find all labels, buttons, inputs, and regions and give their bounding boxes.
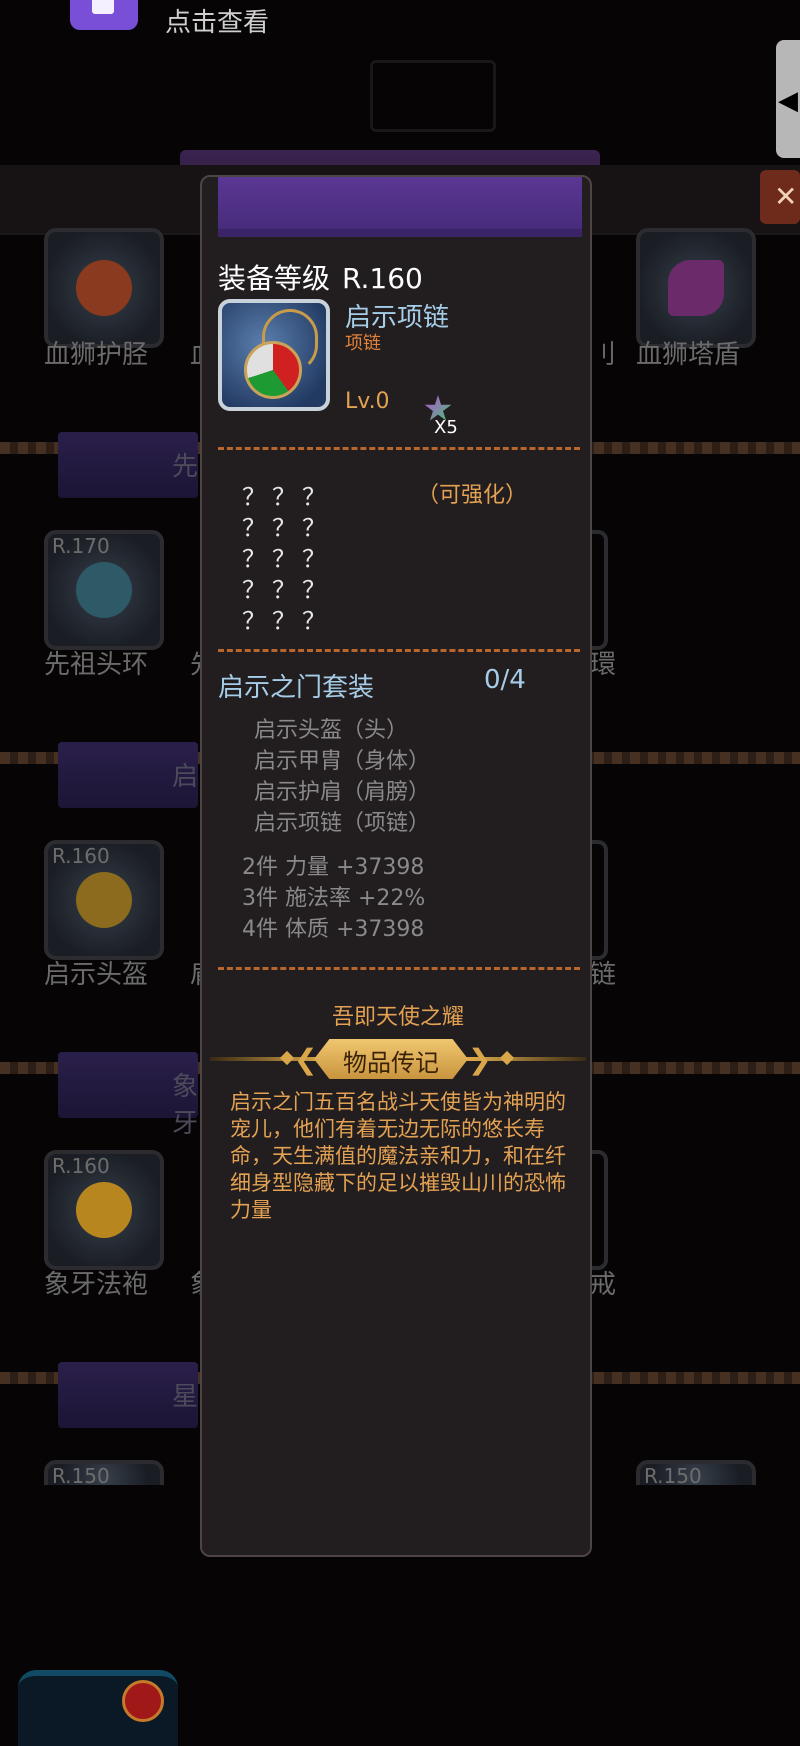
set-name: 启示之门套装 <box>218 673 375 703</box>
set-bonus: 3件 施法率 +22% <box>242 886 426 911</box>
popup-header-banner <box>218 177 582 237</box>
item-label: 血狮塔盾 <box>636 340 741 370</box>
item-slot[interactable] <box>636 228 756 348</box>
hidden-stat: ？？？ <box>242 576 332 604</box>
lore-text: 启示之门五百名战斗天使皆为神明的宠儿，他们有着无边无际的悠长寿命，天生满值的魔法… <box>230 1090 566 1222</box>
item-label-partial: 環 <box>590 650 617 680</box>
circlet-icon <box>76 562 132 618</box>
rank-badge: R.170 <box>52 534 110 558</box>
dashed-divider <box>218 649 580 652</box>
item-slot[interactable] <box>44 228 164 348</box>
item-level: Lv.0 <box>345 389 390 414</box>
lore-tab: 物品传记 <box>314 1039 468 1079</box>
set-bonuses-list: 2件 力量 +37398 3件 施法率 +22% 4件 体质 +37398 <box>242 849 425 942</box>
item-label: 血狮护胫 <box>44 340 149 370</box>
top-title-frame <box>370 60 496 132</box>
section-tab-label: 先 <box>172 452 199 482</box>
item-slot[interactable]: R.160 <box>44 1150 164 1270</box>
item-label-partial: 链 <box>590 960 617 990</box>
section-tab-label: 象牙 <box>172 1072 199 1139</box>
section-tab[interactable]: 星 <box>58 1362 198 1428</box>
equipment-level-value: R.160 <box>342 262 423 295</box>
set-count: 0/4 <box>484 665 526 695</box>
notification-bar[interactable]: 点击查看 <box>0 0 800 40</box>
tower-shield-icon <box>668 260 724 316</box>
set-piece: 启示头盔（头） <box>254 718 409 743</box>
greaves-icon <box>76 260 132 316</box>
set-piece: 启示项链（项链） <box>254 811 431 836</box>
item-label-partial: 戒 <box>590 1270 617 1300</box>
hidden-stats-list: ？？？ ？？？ ？？？ ？？？ ？？？ <box>242 477 332 635</box>
rank-badge: R.160 <box>52 1154 110 1178</box>
set-pieces-list: 启示头盔（头） 启示甲胄（身体） 启示护肩（肩膀） 启示项链（项链） <box>254 712 430 836</box>
item-slot[interactable]: R.160 <box>44 840 164 960</box>
chevron-left-ornament-icon: ❮ <box>294 1043 318 1076</box>
diamond-ornament-icon <box>279 1050 295 1066</box>
dashed-divider <box>218 447 580 450</box>
helmet-icon <box>76 872 132 928</box>
section-tab[interactable]: 象牙 <box>58 1052 198 1139</box>
item-label: 先祖头环 <box>44 650 149 680</box>
equipment-level-label: 装备等级 <box>218 262 331 295</box>
item-type: 项链 <box>345 333 381 354</box>
chevron-left-icon: ◀ <box>778 86 798 116</box>
side-panel-handle[interactable]: ◀ <box>776 40 800 158</box>
hidden-stat: ？？？ <box>242 607 332 635</box>
section-tab-label: 启 <box>172 762 199 792</box>
set-bonus: 4件 体质 +37398 <box>242 917 425 942</box>
item-detail-popup: 装备等级 R.160 启示项链 项链 Lv.0 X5 ？？？ ？？？ ？？？ ？？… <box>200 175 592 1557</box>
item-motto: 吾即天使之耀 <box>331 1005 464 1030</box>
section-tab-label: 星 <box>172 1382 199 1412</box>
enhance-hint: （可强化） <box>417 483 528 508</box>
hidden-stat: ？？？ <box>242 483 332 511</box>
hidden-stat: ？？？ <box>242 514 332 542</box>
item-label: 象牙法袍 <box>44 1270 149 1300</box>
notification-text[interactable]: 点击查看 <box>165 2 269 39</box>
dashed-divider <box>218 967 580 970</box>
set-piece: 启示甲胄（身体） <box>254 749 431 774</box>
diamond-ornament-icon <box>499 1050 515 1066</box>
robe-icon <box>76 1182 132 1238</box>
necklace-gem-icon <box>244 341 302 399</box>
rank-badge: R.160 <box>52 844 110 868</box>
close-icon: ✕ <box>774 180 798 213</box>
background-close-button[interactable]: ✕ <box>760 170 800 224</box>
star-count: X5 <box>434 417 458 438</box>
set-piece: 启示护肩（肩膀） <box>254 780 431 805</box>
section-tab[interactable]: 先 <box>58 432 198 498</box>
set-bonus: 2件 力量 +37398 <box>242 855 425 880</box>
app-notification-icon[interactable] <box>70 0 138 30</box>
section-tab[interactable]: 启 <box>58 742 198 808</box>
item-slot[interactable]: R.170 <box>44 530 164 650</box>
item-label-partial: 刂 <box>590 340 617 370</box>
notification-dot-icon <box>122 1680 164 1722</box>
equipment-level: 装备等级 R.160 <box>218 257 423 297</box>
item-icon-frame <box>218 299 330 411</box>
lore-tab-label: 物品传记 <box>343 1049 439 1077</box>
chevron-right-ornament-icon: ❯ <box>468 1043 492 1076</box>
item-label: 启示头盔 <box>44 960 149 990</box>
hidden-stat: ？？？ <box>242 545 332 573</box>
